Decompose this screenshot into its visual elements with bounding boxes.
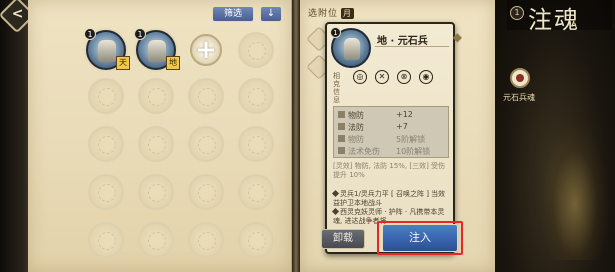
empty-slot[interactable] [88,174,124,210]
bullet-icon [331,207,340,216]
brazier-glow [540,120,610,260]
soul-level: 1 [134,28,146,40]
empty-slot[interactable] [188,78,224,114]
empty-slot[interactable] [88,78,124,114]
stat-label: 物防 [348,111,364,120]
stat-icon [338,147,345,154]
unload-button[interactable]: 卸载 [321,229,365,249]
tab-soul-category[interactable]: 元石兵魂 [503,68,537,106]
element-slot-icon: ⊗ [397,70,411,84]
empty-slot[interactable] [188,126,224,162]
soul-figure-icon [344,38,360,60]
info-title-text: 选附位 [308,9,339,19]
empty-slot[interactable] [88,126,124,162]
detail-sub-label: 相克信息 [333,72,340,104]
info-title-badge: 月 [341,8,355,19]
detail-soul-name: 地 · 元石兵 [377,36,428,47]
element-slot-icon: ◎ [353,70,367,84]
empty-slot[interactable] [138,126,174,162]
stat-label: 物防 [348,135,364,144]
skill-text: 灵兵1/灵兵力平 [ 召唤之阵 ] 当效益护卫本地战斗 [333,190,446,207]
empty-slot[interactable] [238,126,274,162]
detail-avatar: 1 [330,27,371,68]
corner-ornament-icon: ◆ [452,30,462,44]
tab-label: 元石兵魂 [503,93,535,102]
back-arrow-icon: < [11,6,24,23]
stat-value: +7 [396,122,408,131]
soul-detail-card: 1 地 · 元石兵 ◆ 相克信息 ◎ ✕ ⊗ ◉ 物防 +12 法防 +7 物防… [325,22,462,254]
stat-icon [338,135,345,142]
stat-value: 5阶解锁 [396,135,426,144]
soul-card[interactable]: 1 天 [84,28,130,70]
empty-slot[interactable] [188,222,224,258]
soul-card[interactable]: 1 地 [134,28,180,70]
sort-button[interactable]: ↓ [260,6,282,22]
soul-tag: 地 [166,56,180,70]
title-icon: 1 [510,6,524,20]
empty-slot[interactable] [238,32,274,68]
filter-button[interactable]: 筛选 [212,6,254,22]
game-screen: < 筛选 ↓ 1 天 1 地 + 选附位 月 1 地 · 元石兵 ◆ 相克信息 … [0,0,615,272]
info-panel-title: 选附位月 [308,6,355,19]
empty-slot[interactable] [88,222,124,258]
empty-slot[interactable] [138,174,174,210]
skill-line: 灵兵1/灵兵力平 [ 召唤之阵 ] 当效益护卫本地战斗 [331,189,449,208]
stat-row: 法防 +7 [338,122,408,132]
empty-slot[interactable] [238,174,274,210]
stat-label: 法防 [348,123,364,132]
stat-row: 法术免伤 10阶解锁 [338,146,430,156]
stat-row: 物防 5阶解锁 [338,134,425,144]
stats-box: 物防 +12 法防 +7 物防 5阶解锁 法术免伤 10阶解锁 [333,106,449,158]
element-slot-icon: ◉ [419,70,433,84]
effect-text: [灵效] 物防, 法防 15%, [三效] 受伤提升 10% [333,162,446,179]
empty-slot[interactable] [238,222,274,258]
add-soul-button[interactable]: + [190,34,222,66]
empty-slot[interactable] [238,78,274,114]
panel-divider [292,0,300,272]
stat-value: +12 [396,110,413,119]
empty-slot[interactable] [138,78,174,114]
soul-tab-icon [510,68,530,88]
soul-figure-icon [148,40,166,62]
stat-label: 法术免伤 [348,147,380,156]
screen-title: 注魂 [528,6,580,34]
soul-level: 1 [84,28,96,40]
empty-slot[interactable] [188,174,224,210]
detail-level: 1 [330,27,341,38]
soul-figure-icon [98,40,116,62]
element-slot-icon: ✕ [375,70,389,84]
inject-highlight-box [377,221,463,255]
stat-row: 物防 +12 [338,110,413,120]
stat-icon [338,111,345,118]
name-underline [375,46,449,47]
soul-tag: 天 [116,56,130,70]
stat-value: 10阶解锁 [396,147,431,156]
empty-slot[interactable] [138,222,174,258]
bullet-icon [331,189,340,198]
stat-icon [338,123,345,130]
